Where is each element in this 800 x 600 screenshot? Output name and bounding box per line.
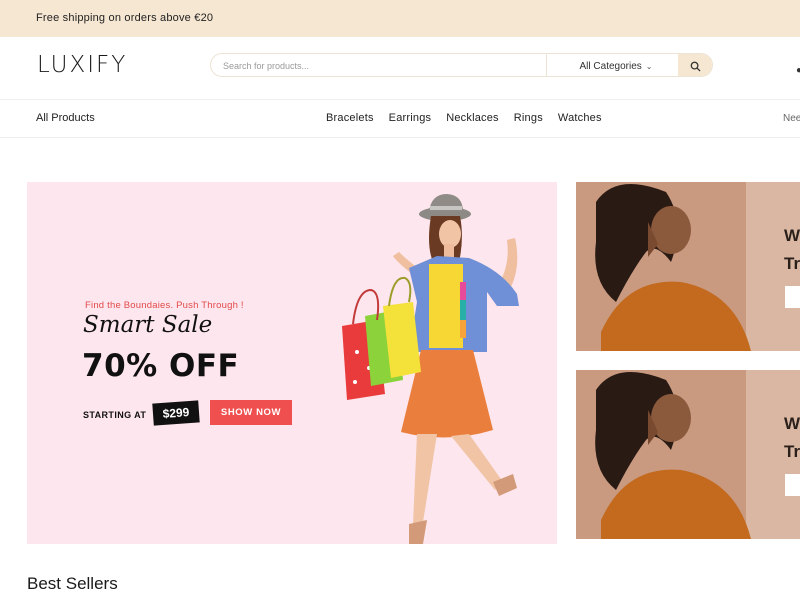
site-header: LUXIFY All Categories ⌄ ● [0,37,800,100]
nav-item-watches[interactable]: Watches [558,112,602,124]
promo-banner-1[interactable]: W Tr [576,182,800,351]
hero-title: Smart Sale [83,312,213,338]
banner-title-line1: W [784,226,800,245]
banner-title-line2: Tr [784,254,800,273]
search-divider [546,54,547,76]
search-button[interactable] [678,54,712,76]
brand-logo[interactable]: LUXIFY [37,52,127,78]
search-input[interactable] [223,57,543,74]
hero-banner[interactable]: Find the Boundaies. Push Through ! Smart… [27,182,557,544]
show-now-button[interactable]: SHOW NOW [210,400,292,425]
model-portrait-image [576,370,800,539]
nav-item-necklaces[interactable]: Necklaces [446,112,499,124]
banner-title-line1: W [784,414,800,433]
hero-discount: 70% OFF [82,348,240,384]
category-select-label: All Categories [579,60,642,72]
account-icon[interactable]: ● [796,65,800,76]
promo-banner-2[interactable]: W Tr [576,370,800,539]
search-bar: All Categories ⌄ [210,53,713,77]
category-select[interactable]: All Categories ⌄ [556,54,676,76]
nav-item-bracelets[interactable]: Bracelets [326,112,374,124]
starting-at-label: STARTING AT [83,410,147,420]
model-portrait-image [576,182,800,351]
nav-menu: Bracelets Earrings Necklaces Rings Watch… [326,112,602,124]
model-with-shopping-bags-image [342,194,519,544]
search-icon [690,61,701,72]
banner-button[interactable] [785,474,800,496]
banner-button[interactable] [785,286,800,308]
all-products-link[interactable]: All Products [36,112,95,124]
category-nav: All Products Bracelets Earrings Necklace… [0,100,800,138]
hero-tagline: Find the Boundaies. Push Through ! [85,300,244,311]
help-link[interactable]: Nee [783,113,800,124]
announcement-bar: Free shipping on orders above €20 [0,0,800,37]
price-tag: $299 [152,400,200,426]
nav-item-earrings[interactable]: Earrings [389,112,432,124]
chevron-down-icon: ⌄ [645,61,653,71]
nav-item-rings[interactable]: Rings [514,112,543,124]
best-sellers-heading: Best Sellers [27,574,118,593]
shipping-notice: Free shipping on orders above €20 [36,12,214,24]
banner-title-line2: Tr [784,442,800,461]
